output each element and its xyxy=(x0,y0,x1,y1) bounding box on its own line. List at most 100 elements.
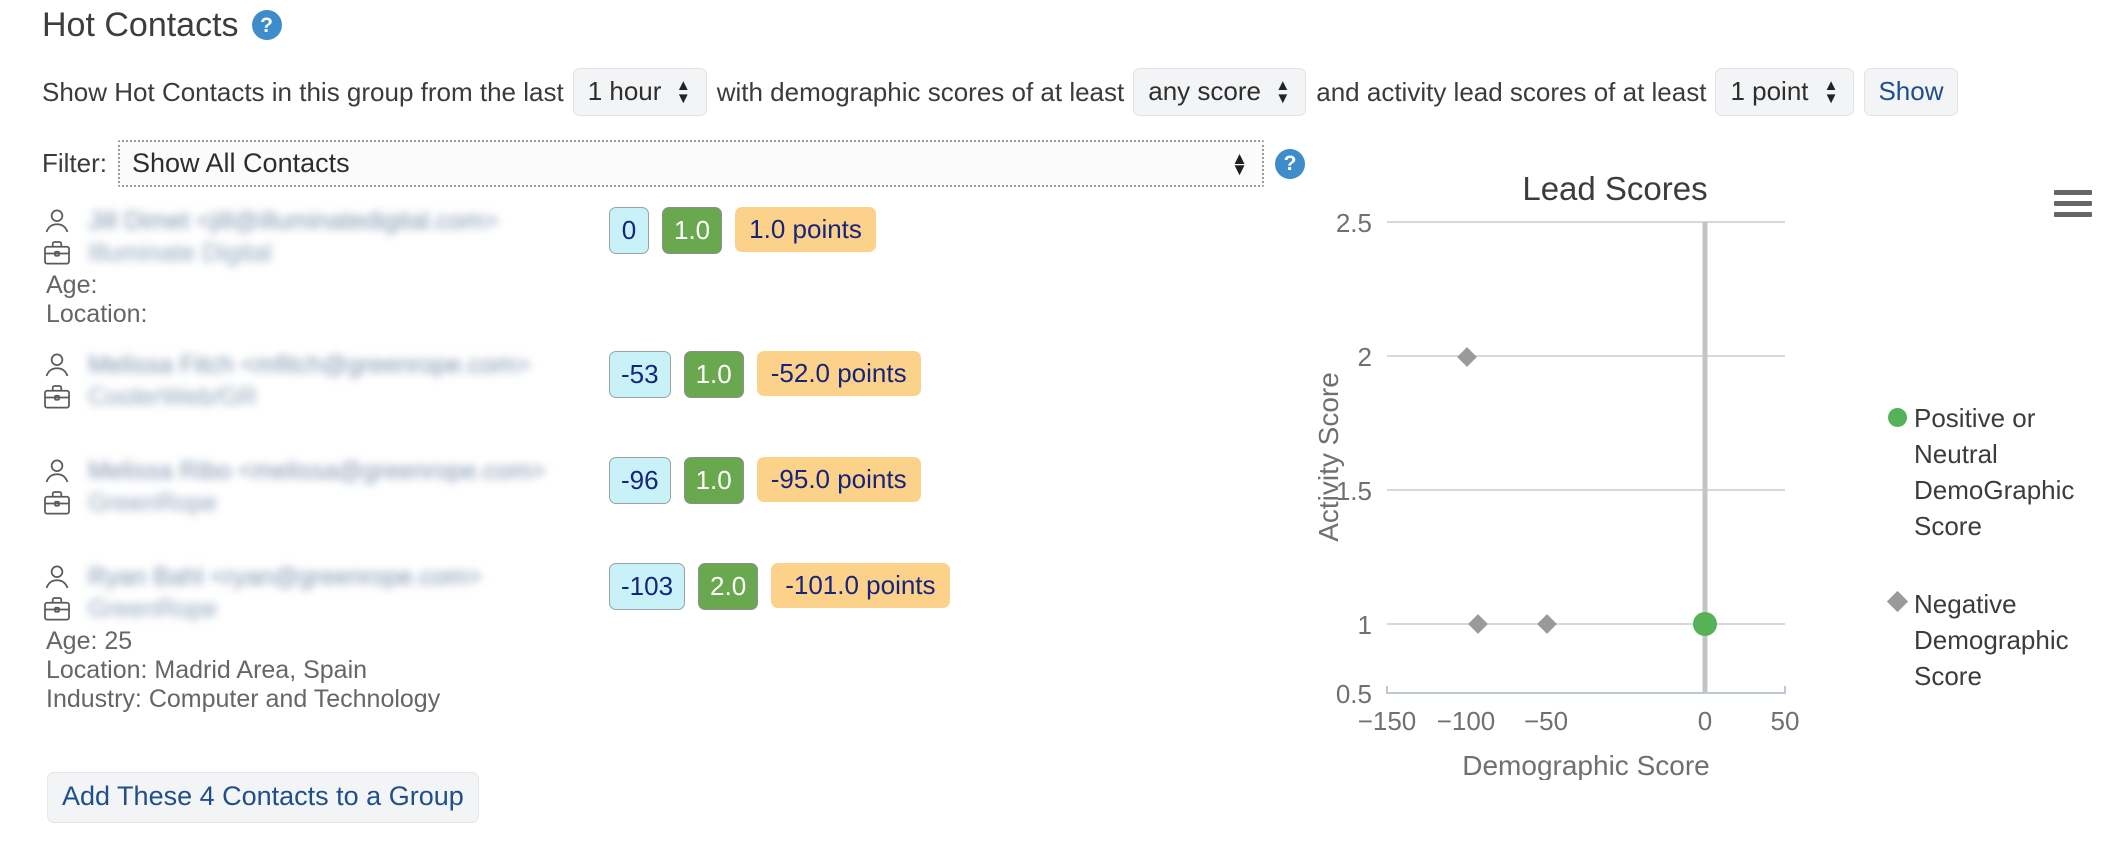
filter-row: Filter: Show All Contacts ▲ ▼ ? xyxy=(42,140,1305,187)
contact-company: Illuminate Digital xyxy=(88,239,272,267)
activity-score-badge: 2.0 xyxy=(698,563,759,610)
legend-diamond-icon xyxy=(1880,586,1914,613)
x-tick-label: 0 xyxy=(1698,706,1712,736)
query-filter-row: Show Hot Contacts in this group from the… xyxy=(42,68,1958,116)
filter-select[interactable]: Show All Contacts xyxy=(118,140,1264,187)
legend-label: Negative Demographic Score xyxy=(1914,589,2069,691)
contacts-list: Jill Dimet <jill@illuminatedigital.com> … xyxy=(42,205,1272,720)
chart-x-tick-labels: −150 −100 −50 0 50 xyxy=(1358,706,1800,736)
help-icon-title[interactable]: ? xyxy=(251,10,282,40)
contact-identity: Ryan Bahl <ryan@greenrope.com> GreenRope xyxy=(84,561,609,625)
contact-detail-location: Location: Madrid Area, Spain xyxy=(46,656,368,684)
contact-name: Melissa Ribo <melissa@greenrope.com> xyxy=(88,457,546,485)
contact-score-badges: -96 1.0 -95.0 points xyxy=(609,455,921,504)
legend-item-negative[interactable]: Negative Demographic Score xyxy=(1880,586,2110,694)
contact-summary: Ryan Bahl <ryan@greenrope.com> GreenRope… xyxy=(42,561,1272,625)
contact-row[interactable]: Ryan Bahl <ryan@greenrope.com> GreenRope… xyxy=(42,561,1272,720)
contact-row[interactable]: Melissa Ribo <melissa@greenrope.com> Gre… xyxy=(42,455,1272,561)
activity-score-badge: 1.0 xyxy=(662,207,723,254)
contact-row[interactable]: Jill Dimet <jill@illuminatedigital.com> … xyxy=(42,205,1272,349)
chart-x-axis xyxy=(1386,686,1786,694)
contact-icon-group xyxy=(42,561,84,624)
lead-points-badge: -52.0 points xyxy=(756,351,921,396)
lead-points-badge: 1.0 points xyxy=(735,207,876,252)
contact-summary: Melissa Ribo <melissa@greenrope.com> Gre… xyxy=(42,455,1272,519)
data-point-circle xyxy=(1693,612,1717,636)
contact-identity: Melissa Ribo <melissa@greenrope.com> Gre… xyxy=(84,455,609,519)
activity-score-badge: 1.0 xyxy=(683,351,744,398)
show-button[interactable]: Show xyxy=(1864,68,1958,116)
contact-detail-age: Age: xyxy=(46,271,98,299)
filter-select-wrapper[interactable]: Show All Contacts ▲ ▼ xyxy=(118,140,1264,187)
demographic-score-select[interactable]: any score xyxy=(1133,68,1307,116)
page-header: Hot Contacts ? xyxy=(42,8,282,42)
y-tick-label: 2.5 xyxy=(1336,208,1372,238)
briefcase-icon xyxy=(44,385,70,409)
activity-score-badge: 1.0 xyxy=(683,457,744,504)
demographic-score-select-wrapper[interactable]: any score ▲ ▼ xyxy=(1133,68,1307,116)
x-tick-label: 50 xyxy=(1771,706,1800,736)
briefcase-icon xyxy=(44,597,70,621)
query-mid-label: with demographic scores of at least xyxy=(716,76,1125,107)
contact-icon-group xyxy=(42,349,84,412)
add-contacts-to-group-button[interactable]: Add These 4 Contacts to a Group xyxy=(47,772,479,823)
activity-score-select-wrapper[interactable]: 1 point ▲ ▼ xyxy=(1715,68,1855,116)
contact-summary: Jill Dimet <jill@illuminatedigital.com> … xyxy=(42,205,1272,269)
contact-company: CoolerWeb/GR xyxy=(88,383,258,411)
contact-identity: Jill Dimet <jill@illuminatedigital.com> … xyxy=(84,205,609,269)
demographic-score-badge: -96 xyxy=(609,457,671,504)
legend-item-positive[interactable]: Positive or Neutral DemoGraphic Score xyxy=(1880,400,2110,544)
person-icon xyxy=(45,459,69,483)
activity-score-select[interactable]: 1 point xyxy=(1715,68,1855,116)
y-tick-label: 0.5 xyxy=(1336,679,1372,709)
contact-score-badges: -53 1.0 -52.0 points xyxy=(609,349,921,398)
chart-y-axis-label: Activity Score xyxy=(1313,372,1344,542)
chart-data-points xyxy=(1457,347,1717,636)
query-suffix-label: and activity lead scores of at least xyxy=(1316,76,1707,107)
legend-circle-icon xyxy=(1880,400,1914,427)
person-icon xyxy=(45,353,69,377)
contact-row[interactable]: Melissa Fitch <mfitch@greenrope.com> Coo… xyxy=(42,349,1272,455)
chart-legend: Positive or Neutral DemoGraphic Score Ne… xyxy=(1880,400,2110,736)
lead-points-badge: -95.0 points xyxy=(756,457,921,502)
contact-identity: Melissa Fitch <mfitch@greenrope.com> Coo… xyxy=(84,349,609,413)
contact-score-badges: -103 2.0 -101.0 points xyxy=(609,561,950,610)
timeframe-select[interactable]: 1 hour xyxy=(572,68,707,116)
data-point-diamond xyxy=(1457,347,1477,367)
chart-x-axis-label: Demographic Score xyxy=(1462,750,1709,780)
query-prefix-label: Show Hot Contacts in this group from the… xyxy=(42,76,564,107)
legend-label: Positive or Neutral DemoGraphic Score xyxy=(1914,403,2075,541)
contact-name: Jill Dimet <jill@illuminatedigital.com> xyxy=(88,207,499,235)
x-tick-label: −50 xyxy=(1524,706,1568,736)
x-tick-label: −100 xyxy=(1437,706,1496,736)
page-title: Hot Contacts xyxy=(42,6,239,44)
contact-detail-industry: Industry: Computer and Technology xyxy=(46,685,441,713)
chart-gridlines xyxy=(1387,221,1785,625)
timeframe-select-wrapper[interactable]: 1 hour ▲ ▼ xyxy=(572,68,707,116)
briefcase-icon xyxy=(44,491,70,515)
y-tick-label: 2 xyxy=(1358,342,1372,372)
data-point-diamond xyxy=(1537,614,1557,634)
demographic-score-badge: 0 xyxy=(609,207,649,254)
person-icon xyxy=(45,565,69,589)
contact-detail-location: Location: xyxy=(46,300,148,328)
x-tick-label: −150 xyxy=(1358,706,1417,736)
demographic-score-badge: -103 xyxy=(609,563,686,610)
filter-label: Filter: xyxy=(42,148,107,178)
contact-details: Age: Location: xyxy=(42,271,1272,329)
contact-name: Melissa Fitch <mfitch@greenrope.com> xyxy=(88,351,531,379)
contact-summary: Melissa Fitch <mfitch@greenrope.com> Coo… xyxy=(42,349,1272,413)
demographic-score-badge: -53 xyxy=(609,351,671,398)
lead-points-badge: -101.0 points xyxy=(771,563,950,608)
data-point-diamond xyxy=(1468,614,1488,634)
person-icon xyxy=(45,209,69,233)
contact-detail-age: Age: 25 xyxy=(46,627,133,655)
contact-company: GreenRope xyxy=(88,489,218,517)
briefcase-icon xyxy=(44,241,70,265)
lead-scores-chart: Lead Scores 2.5 2 1.5 1 0.5 −150 −100 −5… xyxy=(1300,160,2110,780)
contact-icon-group xyxy=(42,205,84,268)
contact-details: Age: 25 Location: Madrid Area, Spain Ind… xyxy=(42,627,1272,714)
contact-name: Ryan Bahl <ryan@greenrope.com> xyxy=(88,563,482,591)
contact-company: GreenRope xyxy=(88,595,218,623)
contact-score-badges: 0 1.0 1.0 points xyxy=(609,205,876,254)
